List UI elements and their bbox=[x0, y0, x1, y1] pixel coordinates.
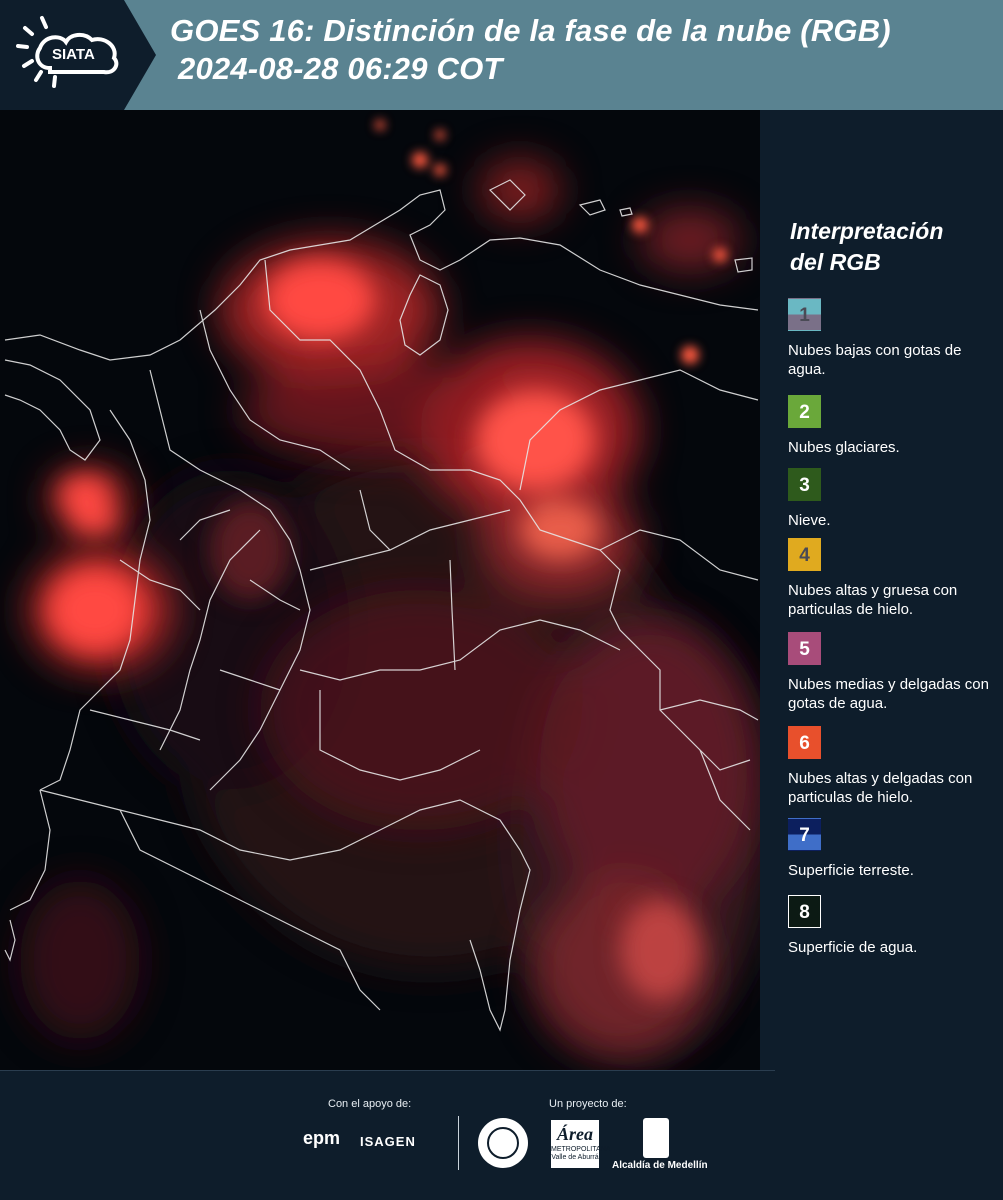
legend-item: 6 Nubes altas y delgadas con particulas d… bbox=[788, 726, 1000, 807]
legend-label: Superficie terreste. bbox=[788, 862, 914, 879]
legend-label: Superficie de agua. bbox=[788, 939, 918, 956]
legend-number: 8 bbox=[799, 902, 810, 923]
title-datetime: 2024-08-28 06:29 COT bbox=[178, 51, 503, 86]
legend-swatch: 3 bbox=[788, 468, 821, 501]
footer-divider-line bbox=[0, 1070, 775, 1071]
legend-item: 4 Nubes altas y gruesa con particulas de … bbox=[788, 538, 1000, 619]
legend-label: Nubes glaciares. bbox=[788, 439, 900, 456]
title-text: GOES 16: Distinción de la fase de la nub… bbox=[170, 13, 891, 48]
legend-item: 8 Superficie de agua. bbox=[788, 895, 1000, 957]
legend-title-line1: Interpretación bbox=[790, 218, 944, 244]
legend-number: 4 bbox=[799, 545, 810, 566]
legend-item: 5 Nubes medias y delgadas con gotas de ag… bbox=[788, 632, 1000, 713]
footer-divider bbox=[458, 1116, 459, 1170]
siata-logo: SIATA bbox=[0, 0, 156, 110]
support-text: Con el apoyo de: bbox=[328, 1098, 412, 1110]
isagen-logo: ISAGEN bbox=[360, 1134, 416, 1149]
area-metropolitana-logo: Área METROPOLITANA Valle de Aburrá bbox=[551, 1120, 611, 1168]
legend-item: 3 Nieve. bbox=[788, 468, 1000, 530]
legend-swatch: 1 bbox=[788, 298, 821, 331]
legend-swatch: 6 bbox=[788, 726, 821, 759]
project-text: Un proyecto de: bbox=[549, 1098, 627, 1110]
legend-item: 1 Nubes bajas con gotas de agua. bbox=[788, 298, 1000, 379]
page-title: GOES 16: Distinción de la fase de la nub… bbox=[170, 12, 891, 88]
legend-title: Interpretación del RGB bbox=[790, 216, 943, 278]
legend-item: 2 Nubes glaciares. bbox=[788, 395, 1000, 457]
legend-item: 7 Superficie terreste. bbox=[788, 818, 1000, 880]
legend-swatch: 7 bbox=[788, 818, 821, 851]
medellin-seal-icon bbox=[478, 1118, 528, 1168]
legend-label: Nubes medias y delgadas con gotas de agu… bbox=[788, 676, 989, 712]
legend-panel: Interpretación del RGB 1 Nubes bajas con … bbox=[760, 110, 1003, 1070]
legend-number: 3 bbox=[799, 475, 810, 496]
legend-swatch: 5 bbox=[788, 632, 821, 665]
siata-logo-text: SIATA bbox=[52, 46, 95, 63]
footer: Con el apoyo de: Un proyecto de: epm ISA… bbox=[0, 1070, 1003, 1200]
legend-number: 7 bbox=[799, 825, 810, 846]
legend-number: 1 bbox=[799, 305, 810, 326]
legend-number: 2 bbox=[799, 402, 810, 423]
alcaldia-shield-icon bbox=[643, 1118, 669, 1158]
legend-label: Nubes bajas con gotas de agua. bbox=[788, 342, 962, 378]
alcaldia-text: Alcaldía de Medellín bbox=[612, 1160, 708, 1171]
satellite-map bbox=[0, 110, 760, 1070]
legend-number: 6 bbox=[799, 733, 810, 754]
epm-logo: epm bbox=[303, 1128, 341, 1148]
legend-label: Nubes altas y gruesa con particulas de h… bbox=[788, 582, 958, 618]
header-bar: SIATA GOES 16: Distinción de la fase de … bbox=[0, 0, 1003, 110]
legend-title-line2: del RGB bbox=[790, 249, 881, 275]
legend-label: Nieve. bbox=[788, 512, 831, 529]
legend-swatch: 8 bbox=[788, 895, 821, 928]
area-logo-text: METROPOLITANA Valle de Aburrá bbox=[551, 1146, 611, 1161]
area-logo-script: Área bbox=[557, 1124, 593, 1144]
legend-swatch: 4 bbox=[788, 538, 821, 571]
legend-number: 5 bbox=[799, 639, 810, 660]
legend-label: Nubes altas y delgadas con particulas de… bbox=[788, 770, 973, 806]
legend-swatch: 2 bbox=[788, 395, 821, 428]
